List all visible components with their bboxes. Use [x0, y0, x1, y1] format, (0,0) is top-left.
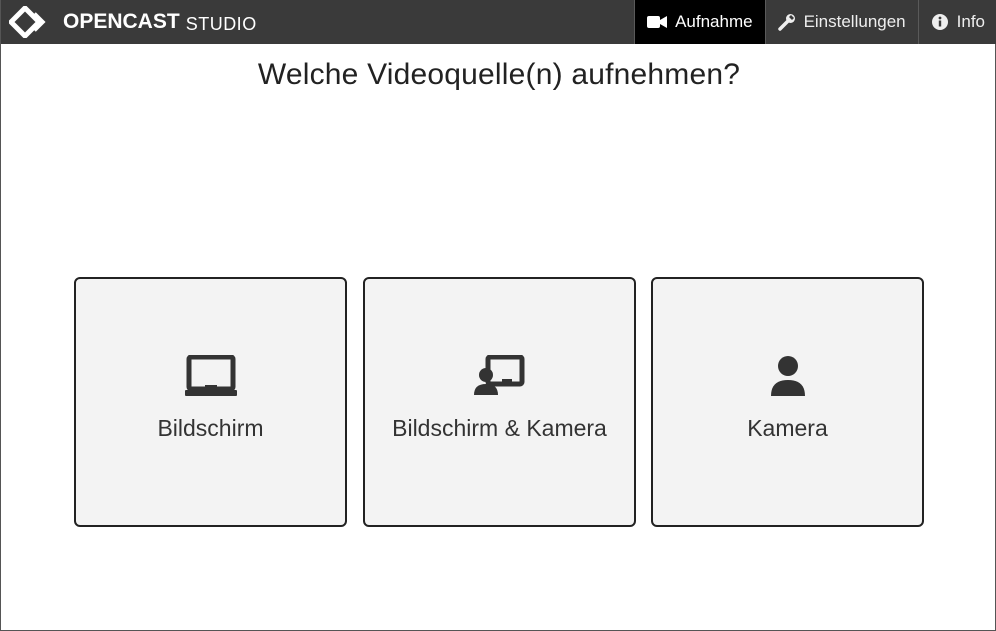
option-card-camera[interactable]: Kamera	[651, 277, 924, 527]
app-window: OPENCAST STUDIO Aufnahme Einstellungen I…	[0, 0, 996, 631]
wrench-icon	[777, 13, 796, 31]
opencast-logo-icon	[9, 6, 46, 38]
video-camera-icon	[647, 15, 668, 29]
option-label: Bildschirm	[157, 415, 264, 441]
display-icon	[76, 355, 345, 397]
source-options: Bildschirm Bildschirm & Kamera Kamera	[74, 277, 924, 527]
main-nav: Aufnahme Einstellungen Info	[634, 0, 996, 44]
display-and-user-icon	[365, 355, 634, 397]
info-icon	[931, 13, 949, 31]
page-title: Welche Videoquelle(n) aufnehmen?	[257, 58, 741, 91]
nav-tab-label: Einstellungen	[803, 12, 906, 31]
brand-logo[interactable]: OPENCAST STUDIO	[1, 0, 257, 44]
option-card-screen-and-camera[interactable]: Bildschirm & Kamera	[363, 277, 636, 527]
option-card-screen[interactable]: Bildschirm	[74, 277, 347, 527]
brand-sub: STUDIO	[185, 13, 257, 34]
header-bar: OPENCAST STUDIO Aufnahme Einstellungen I…	[1, 0, 996, 44]
brand-name: OPENCAST	[63, 10, 180, 33]
user-icon	[653, 355, 922, 397]
nav-tab-label: Aufnahme	[675, 12, 753, 31]
option-label: Bildschirm & Kamera	[392, 415, 607, 441]
option-label: Kamera	[747, 415, 828, 441]
nav-tab-label: Info	[956, 12, 985, 31]
nav-tab-info[interactable]: Info	[917, 0, 996, 44]
nav-tab-aufnahme[interactable]: Aufnahme	[634, 0, 765, 44]
nav-tab-einstellungen[interactable]: Einstellungen	[764, 0, 918, 44]
